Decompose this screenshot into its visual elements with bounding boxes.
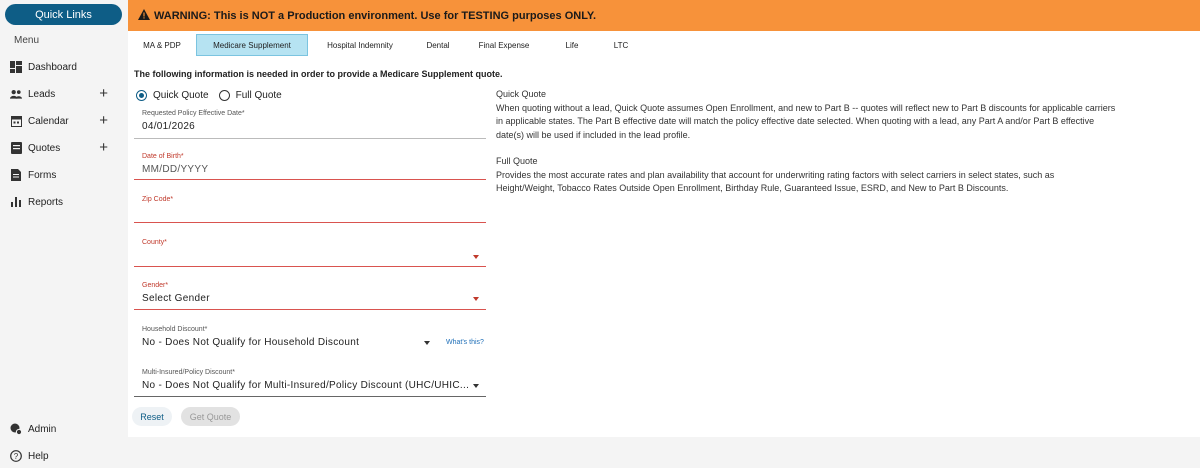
- info-line: in applicable states. The Part B effecti…: [496, 116, 1095, 126]
- tab-dental[interactable]: Dental: [414, 34, 462, 56]
- multi-insured-discount-value[interactable]: No - Does Not Qualify for Multi-Insured/…: [142, 380, 469, 391]
- tab-hospital-indemnity[interactable]: Hospital Indemnity: [314, 34, 406, 56]
- field-underline: [134, 266, 486, 267]
- gender-select[interactable]: Gender* Select Gender: [134, 281, 486, 311]
- sidebar-item-label: Admin: [28, 423, 57, 435]
- chevron-down-icon[interactable]: [473, 384, 479, 388]
- effective-date-label: Requested Policy Effective Date*: [142, 110, 245, 117]
- quote-type-radio-group: Quick Quote Full Quote: [136, 90, 292, 101]
- household-discount-select[interactable]: Household Discount* No - Does Not Qualif…: [134, 325, 434, 353]
- sidebar-item-forms[interactable]: Forms: [10, 167, 122, 183]
- chevron-down-icon[interactable]: [424, 341, 430, 345]
- expand-leads-icon[interactable]: +: [99, 86, 108, 101]
- get-quote-button[interactable]: Get Quote: [181, 407, 240, 426]
- field-underline: [134, 179, 486, 180]
- sidebar-item-admin[interactable]: Admin: [10, 421, 122, 437]
- household-discount-label: Household Discount*: [142, 326, 208, 333]
- quick-quote-info: Quick Quote When quoting without a lead,…: [496, 88, 1196, 142]
- warning-banner: WARNING: This is NOT a Production enviro…: [128, 0, 1200, 31]
- admin-icon: [10, 423, 22, 435]
- multi-insured-discount-label: Multi-Insured/Policy Discount*: [142, 369, 235, 376]
- expand-calendar-icon[interactable]: +: [99, 113, 108, 128]
- quick-quote-option[interactable]: Quick Quote: [136, 90, 209, 101]
- tab-life[interactable]: Life: [552, 34, 592, 56]
- field-underline: [134, 222, 486, 223]
- quick-quote-heading: Quick Quote: [496, 89, 547, 99]
- sidebar-item-calendar[interactable]: Calendar +: [10, 113, 122, 129]
- county-select[interactable]: County*: [134, 238, 486, 268]
- dob-input[interactable]: MM/DD/YYYY: [142, 164, 208, 175]
- zip-code-field[interactable]: Zip Code*: [134, 195, 486, 225]
- chevron-down-icon[interactable]: [473, 255, 479, 259]
- svg-text:?: ?: [14, 452, 19, 461]
- quotes-icon: [10, 142, 22, 154]
- sidebar-item-label: Leads: [28, 88, 56, 100]
- full-quote-heading: Full Quote: [496, 156, 538, 166]
- tab-medicare-supplement[interactable]: Medicare Supplement: [196, 34, 308, 56]
- effective-date-value[interactable]: 04/01/2026: [142, 121, 195, 132]
- quick-quote-label: Quick Quote: [153, 90, 209, 101]
- sidebar-item-label: Forms: [28, 169, 57, 181]
- dob-field[interactable]: Date of Birth* MM/DD/YYYY: [134, 152, 486, 182]
- warning-icon: [138, 8, 150, 23]
- full-quote-option[interactable]: Full Quote: [218, 90, 282, 101]
- field-underline: [134, 138, 486, 139]
- zip-code-label: Zip Code*: [142, 196, 174, 203]
- full-quote-label: Full Quote: [235, 90, 282, 101]
- sidebar-item-quotes[interactable]: Quotes +: [10, 140, 122, 156]
- document-icon: [10, 169, 22, 181]
- info-line: Height/Weight, Tobacco Rates Outside Ope…: [496, 183, 1009, 193]
- field-underline: [134, 396, 486, 397]
- sidebar-item-label: Calendar: [28, 115, 69, 127]
- sidebar-item-label: Reports: [28, 196, 64, 208]
- sidebar-item-help[interactable]: ? Help: [10, 448, 122, 464]
- help-icon: ?: [10, 450, 22, 462]
- menu-label: Menu: [14, 35, 40, 46]
- people-icon: [10, 88, 22, 100]
- bar-chart-icon: [10, 196, 22, 208]
- intro-text: The following information is needed in o…: [134, 69, 503, 79]
- effective-date-field[interactable]: Requested Policy Effective Date* 04/01/2…: [134, 109, 486, 141]
- radio-unchecked-icon[interactable]: [218, 90, 230, 101]
- tab-final-expense[interactable]: Final Expense: [468, 34, 540, 56]
- tab-ltc[interactable]: LTC: [600, 34, 642, 56]
- county-label: County*: [142, 239, 167, 246]
- sidebar-item-dashboard[interactable]: Dashboard: [10, 59, 122, 75]
- dashboard-icon: [10, 61, 22, 73]
- sidebar-item-label: Help: [28, 450, 49, 462]
- gender-label: Gender*: [142, 282, 169, 289]
- field-underline: [134, 309, 486, 310]
- reset-button[interactable]: Reset: [132, 407, 172, 426]
- sidebar-item-reports[interactable]: Reports: [10, 194, 122, 210]
- sidebar-item-label: Dashboard: [28, 61, 77, 73]
- multi-insured-discount-select[interactable]: Multi-Insured/Policy Discount* No - Does…: [134, 368, 486, 398]
- sidebar: Quick Links Menu Dashboard Leads + Calen…: [0, 0, 128, 468]
- chevron-down-icon[interactable]: [473, 297, 479, 301]
- expand-quotes-icon[interactable]: +: [99, 140, 108, 155]
- sidebar-item-leads[interactable]: Leads +: [10, 86, 122, 102]
- quick-links-button[interactable]: Quick Links: [5, 4, 122, 25]
- gender-value[interactable]: Select Gender: [142, 293, 210, 304]
- warning-text: WARNING: This is NOT a Production enviro…: [154, 9, 597, 22]
- calendar-icon: [10, 115, 22, 127]
- sidebar-item-label: Quotes: [28, 142, 61, 154]
- info-line: date(s) will be used if included in the …: [496, 129, 691, 140]
- household-discount-value[interactable]: No - Does Not Qualify for Household Disc…: [142, 337, 359, 348]
- whats-this-link[interactable]: What's this?: [446, 339, 484, 346]
- full-quote-info: Full Quote Provides the most accurate ra…: [496, 155, 1196, 196]
- radio-checked-icon[interactable]: [136, 90, 147, 101]
- info-line: When quoting without a lead, Quick Quote…: [496, 102, 1116, 113]
- info-line: Provides the most accurate rates and pla…: [496, 169, 1055, 180]
- dob-label: Date of Birth*: [142, 153, 184, 160]
- main-content: MA & PDP Medicare Supplement Hospital In…: [128, 31, 1200, 437]
- tab-ma-pdp[interactable]: MA & PDP: [132, 34, 192, 56]
